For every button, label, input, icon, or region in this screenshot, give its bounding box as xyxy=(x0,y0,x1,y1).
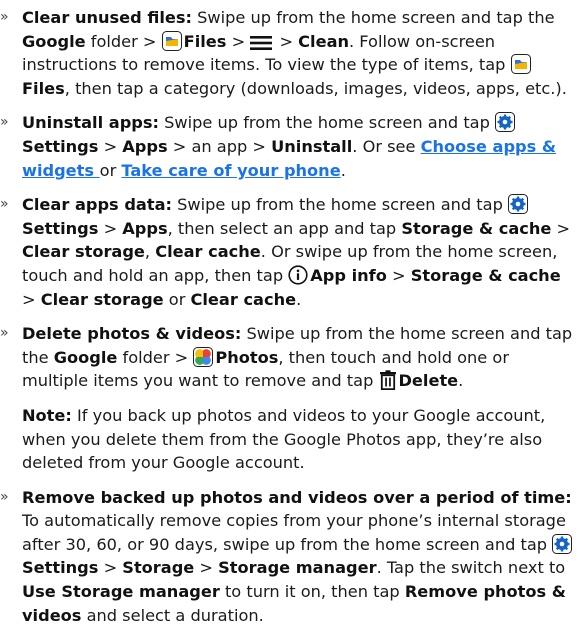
settings-app-icon xyxy=(495,112,516,133)
item-heading: Uninstall apps: xyxy=(22,113,159,133)
bullet-marker: » xyxy=(0,9,9,25)
bullet-marker: » xyxy=(0,325,9,342)
bullet-marker: » xyxy=(0,114,9,131)
item-heading: Delete photos & videos: xyxy=(22,324,242,344)
menu-icon xyxy=(250,35,273,51)
list-item-clear-apps-data: » Clear apps data: Swipe up from the hom… xyxy=(0,194,571,309)
document-body: » Clear unused files: Swipe up from the … xyxy=(0,0,585,627)
trash-icon xyxy=(379,370,397,391)
bullet-marker: » xyxy=(0,196,9,213)
files-app-icon xyxy=(510,54,531,75)
list-item-delete-photos-videos: » Delete photos & videos: Swipe up from … xyxy=(0,324,573,391)
settings-app-icon xyxy=(552,533,573,554)
files-app-icon xyxy=(161,30,182,51)
link-take-care-of-phone[interactable]: Take care of your phone xyxy=(121,161,340,180)
bullet-marker: » xyxy=(0,488,9,505)
note-text: If you back up photos and videos to your… xyxy=(22,405,546,473)
list-item-clear-unused-files: » Clear unused files: Swipe up from the … xyxy=(0,8,567,98)
note-label: Note: xyxy=(22,405,72,425)
info-icon xyxy=(288,265,308,285)
item-heading: Remove backed up photos and videos over … xyxy=(22,487,572,507)
list-item-remove-backed-up-media: » Remove backed up photos and videos ove… xyxy=(0,487,573,625)
item-heading: Clear apps data: xyxy=(22,195,172,215)
photos-app-icon xyxy=(193,346,214,367)
note-paragraph: Note: If you back up photos and videos t… xyxy=(0,404,577,475)
settings-app-icon xyxy=(508,194,528,215)
item-heading: Clear unused files: xyxy=(22,8,192,27)
list-item-uninstall-apps: » Uninstall apps: Swipe up from the home… xyxy=(0,112,557,180)
